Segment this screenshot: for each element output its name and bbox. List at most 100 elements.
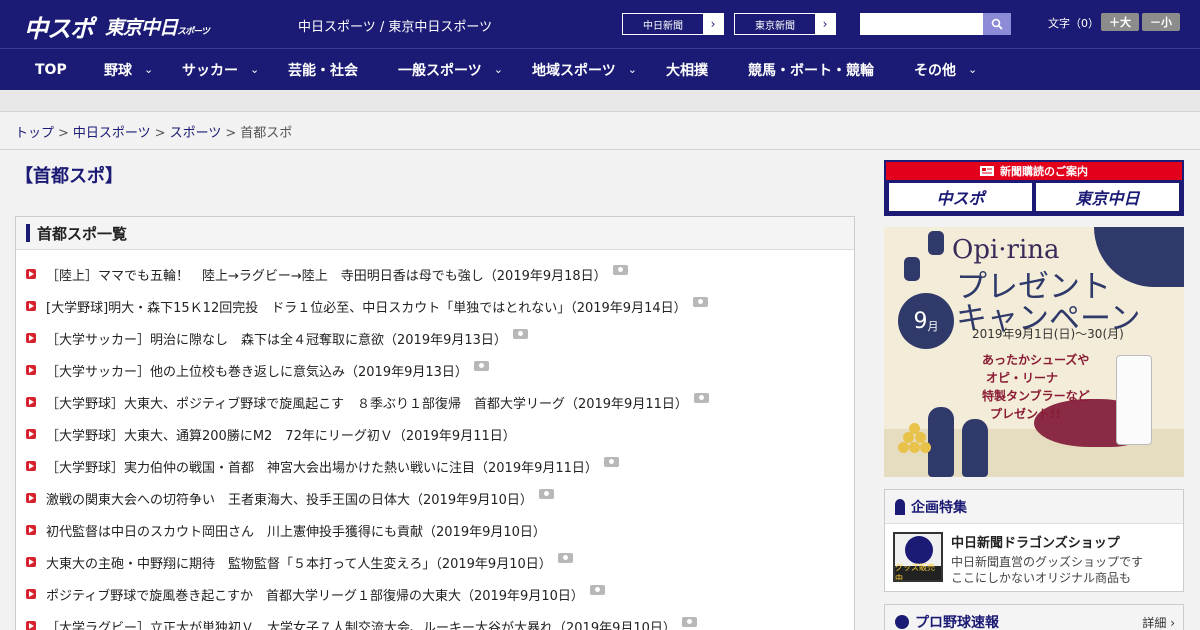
arrow-bullet-icon xyxy=(26,493,36,503)
chuspo-subscribe-link[interactable]: 中スポ xyxy=(889,183,1032,211)
camera-icon xyxy=(557,553,573,563)
breadcrumb-sports[interactable]: スポーツ xyxy=(170,126,222,141)
breadcrumb: トップ > 中日スポーツ > スポーツ > 首都スポ xyxy=(15,122,292,141)
lantern-icon xyxy=(928,231,944,255)
camera-icon xyxy=(538,489,554,499)
nav-item-soccer[interactable]: サッカー ⌄ xyxy=(182,49,259,90)
arrow-bullet-icon xyxy=(26,269,36,279)
nav-item-label: TOP xyxy=(35,61,67,78)
nav-item-label: 地域スポーツ xyxy=(532,62,616,79)
nav-item-general-sports[interactable]: 一般スポーツ ⌄ xyxy=(398,49,503,90)
breadcrumb-chunichi-sports[interactable]: 中日スポーツ xyxy=(73,126,151,141)
breadcrumb-sep: > xyxy=(154,126,166,141)
feature-item[interactable]: グッズ販売中 中日新聞ドラゴンズショップ 中日新聞直営のグッズショップです ここ… xyxy=(885,524,1183,594)
chevron-down-icon: ⌄ xyxy=(968,63,978,76)
subscription-box[interactable]: 新聞購読のご案内 中スポ 東京中日 xyxy=(884,160,1184,216)
article-item[interactable]: ［大学ラグビー］立正大が単独初Ｖ 大学女子７人制交流大会、ルーキー大谷が大暴れ（… xyxy=(16,610,854,630)
banner-month-num: 9 xyxy=(913,308,928,334)
font-smaller-button[interactable]: －小 xyxy=(1142,13,1180,31)
font-bigger-button[interactable]: ＋大 xyxy=(1101,13,1139,31)
nav-item-racing[interactable]: 競馬・ボート・競輪 xyxy=(748,49,874,90)
article-item[interactable]: 初代監督は中日のスカウト岡田さん 川上憲伸投手獲得にも貢献（2019年9月10日… xyxy=(16,514,854,546)
chevron-right-icon: › xyxy=(815,14,835,34)
site-logo[interactable]: 中スポ 東京中日スポーツ xyxy=(24,9,210,44)
article-title[interactable]: ［大学野球］実力伯仲の戦国・首都 神宮大会出場かけた熱い戦いに注目（2019年9… xyxy=(46,457,598,476)
feature-desc-2: ここにしかないオリジナル商品も xyxy=(951,571,1132,585)
site-title: 中日スポーツ / 東京中日スポーツ xyxy=(298,20,493,35)
logo-chuspo[interactable]: 中スポ xyxy=(24,9,94,44)
nav-item-top[interactable]: TOP xyxy=(35,49,67,90)
logo-tokyo-chunichi[interactable]: 東京中日スポーツ xyxy=(105,13,210,40)
nav-item-entertainment[interactable]: 芸能・社会 xyxy=(288,49,358,90)
article-item[interactable]: ［大学サッカー］明治に隙なし 森下は全４冠奪取に意欲（2019年9月13日） xyxy=(16,322,854,354)
article-item[interactable]: ［大学野球］大東大、通算200勝にM2 72年にリーグ初Ｖ（2019年9月11日… xyxy=(16,418,854,450)
article-title[interactable]: ［陸上］ママでも五輪！ 陸上→ラグビー→陸上 寺田明日香は母でも強し（2019年… xyxy=(46,265,607,284)
article-title[interactable]: [大学野球]明大・森下15Ｋ12回完投 ドラ１位必至、中日スカウト「単独ではとれ… xyxy=(46,297,687,316)
nav-item-label: 野球 xyxy=(104,62,132,79)
article-title[interactable]: ポジティブ野球で旋風巻き起こすか 首都大学リーグ１部復帰の大東大（2019年9月… xyxy=(46,585,584,604)
mascot-icon xyxy=(905,536,933,564)
lantern-icon xyxy=(904,257,920,281)
feature-title[interactable]: 中日新聞ドラゴンズショップ xyxy=(951,532,1143,551)
article-item[interactable]: ［陸上］ママでも五輪！ 陸上→ラグビー→陸上 寺田明日香は母でも強し（2019年… xyxy=(16,258,854,290)
subscription-heading: 新聞購読のご案内 xyxy=(1000,165,1088,178)
search-input[interactable] xyxy=(860,13,984,35)
opirina-campaign-banner[interactable]: Opi·rina プレゼント キャンペーン 2019年9月1日(日)〜30(月)… xyxy=(884,227,1184,477)
banner-copy-1: あったかシューズや xyxy=(982,353,1090,367)
baseball-icon xyxy=(895,615,909,629)
chevron-down-icon: ⌄ xyxy=(250,63,260,76)
goods-tag: グッズ販売中 xyxy=(895,563,941,580)
article-item[interactable]: ［大学野球］大東大、ポジティブ野球で旋風起こす ８季ぶり１部復帰 首都大学リーグ… xyxy=(16,386,854,418)
arrow-bullet-icon xyxy=(26,301,36,311)
article-item[interactable]: ポジティブ野球で旋風巻き起こすか 首都大学リーグ１部復帰の大東大（2019年9月… xyxy=(16,578,854,610)
article-list-panel: 首都スポ一覧 ［陸上］ママでも五輪！ 陸上→ラグビー→陸上 寺田明日香は母でも強… xyxy=(15,216,855,630)
feature-header: 企画特集 xyxy=(885,490,1183,524)
logo-sub-small: スポーツ xyxy=(177,27,210,37)
article-title[interactable]: ［大学サッカー］明治に隙なし 森下は全４冠奪取に意欲（2019年9月13日） xyxy=(46,329,507,348)
banner-copy-3: 特製タンブラーなど xyxy=(982,389,1090,403)
nav-item-baseball[interactable]: 野球 ⌄ xyxy=(104,49,153,90)
arrow-bullet-icon xyxy=(26,333,36,343)
feature-desc-1: 中日新聞直営のグッズショップです xyxy=(951,555,1144,569)
tokyo-chunichi-subscribe-link[interactable]: 東京中日 xyxy=(1036,183,1179,211)
arrow-bullet-icon xyxy=(26,589,36,599)
nav-item-other[interactable]: その他 ⌄ xyxy=(914,49,977,90)
breadcrumb-top[interactable]: トップ xyxy=(15,126,54,141)
article-item[interactable]: [大学野球]明大・森下15Ｋ12回完投 ドラ１位必至、中日スカウト「単独ではとれ… xyxy=(16,290,854,322)
article-title[interactable]: ［大学野球］大東大、通算200勝にM2 72年にリーグ初Ｖ（2019年9月11日… xyxy=(46,425,516,444)
article-title[interactable]: ［大学ラグビー］立正大が単独初Ｖ 大学女子７人制交流大会、ルーキー大谷が大暴れ（… xyxy=(46,617,676,630)
nav-item-sumo[interactable]: 大相撲 xyxy=(666,49,708,90)
camera-icon xyxy=(589,585,605,595)
nav-item-label: その他 xyxy=(914,62,956,79)
chevron-down-icon: ⌄ xyxy=(493,63,503,76)
article-title[interactable]: ［大学野球］大東大、ポジティブ野球で旋風起こす ８季ぶり１部復帰 首都大学リーグ… xyxy=(46,393,688,412)
chunichi-shimbun-label: 中日新聞 xyxy=(643,20,683,32)
nav-item-label: 競馬・ボート・競輪 xyxy=(748,62,874,79)
search-button[interactable] xyxy=(983,13,1011,35)
tokyo-shimbun-label: 東京新聞 xyxy=(755,20,795,32)
article-item[interactable]: 激戦の関東大会への切符争い 王者東海大、投手王国の日体大（2019年9月10日） xyxy=(16,482,854,514)
article-list: ［陸上］ママでも五輪！ 陸上→ラグビー→陸上 寺田明日香は母でも強し（2019年… xyxy=(16,250,854,630)
article-item[interactable]: 大東大の主砲・中野翔に期待 監物監督「５本打って人生変えろ」（2019年9月10… xyxy=(16,546,854,578)
nav-item-regional-sports[interactable]: 地域スポーツ ⌄ xyxy=(532,49,637,90)
baseball-scores-box: プロ野球速報 詳細 › xyxy=(884,604,1184,630)
arrow-bullet-icon xyxy=(26,557,36,567)
article-list-header: 首都スポ一覧 xyxy=(16,217,854,250)
article-title[interactable]: 大東大の主砲・中野翔に期待 監物監督「５本打って人生変えろ」（2019年9月10… xyxy=(46,553,552,572)
camera-icon xyxy=(603,457,619,467)
chevron-down-icon: ⌄ xyxy=(144,63,154,76)
page-title: 【首都スポ】 xyxy=(15,166,123,187)
baseball-details-link[interactable]: 詳細 › xyxy=(1142,614,1175,630)
font-size-label: 文字（0） xyxy=(1048,17,1099,30)
nav-item-label: サッカー xyxy=(182,62,238,79)
feature-heading: 企画特集 xyxy=(911,499,967,516)
article-title[interactable]: 激戦の関東大会への切符争い 王者東海大、投手王国の日体大（2019年9月10日） xyxy=(46,489,533,508)
tokyo-shimbun-button[interactable]: 東京新聞 › xyxy=(734,13,836,35)
article-title[interactable]: ［大学サッカー］他の上位校も巻き返しに意気込み（2019年9月13日） xyxy=(46,361,468,380)
dragons-shop-thumbnail[interactable]: グッズ販売中 xyxy=(893,532,943,582)
article-item[interactable]: ［大学サッカー］他の上位校も巻き返しに意気込み（2019年9月13日） xyxy=(16,354,854,386)
article-title[interactable]: 初代監督は中日のスカウト岡田さん 川上憲伸投手獲得にも貢献（2019年9月10日… xyxy=(46,521,546,540)
chunichi-shimbun-button[interactable]: 中日新聞 › xyxy=(622,13,724,35)
article-item[interactable]: ［大学野球］実力伯仲の戦国・首都 神宮大会出場かけた熱い戦いに注目（2019年9… xyxy=(16,450,854,482)
camera-icon xyxy=(681,617,697,627)
